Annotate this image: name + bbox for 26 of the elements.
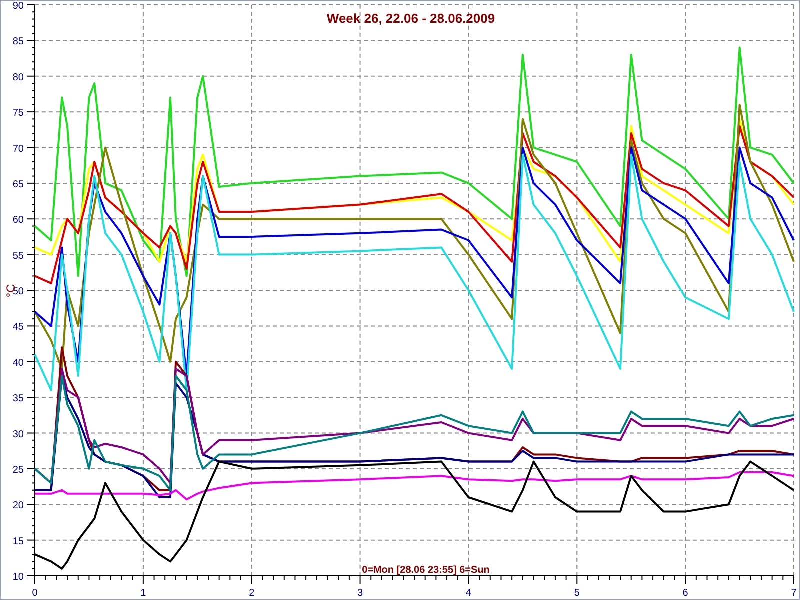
tick-label: 4 xyxy=(466,588,472,599)
tick-label: 15 xyxy=(12,536,24,548)
tick-label: 70 xyxy=(12,144,24,155)
tick-label: 6 xyxy=(682,588,688,599)
tick-label: 80 xyxy=(12,72,24,84)
tick-label: 3 xyxy=(358,588,364,599)
tick-label: 7 xyxy=(791,588,797,599)
tick-label: 45 xyxy=(12,322,24,334)
tick-label: 35 xyxy=(12,394,24,405)
tick-label: 2 xyxy=(249,588,255,599)
tick-label: 40 xyxy=(12,358,24,369)
tick-label: 90 xyxy=(12,1,24,12)
tick-label: 65 xyxy=(12,179,24,190)
tick-label: 75 xyxy=(12,108,24,120)
tick-label: 10 xyxy=(12,572,24,583)
tick-label: 30 xyxy=(12,429,24,440)
x-axis-label: 0=Mon [28.06 23:55] 6=Sun xyxy=(362,565,490,576)
chart-title: Week 26, 22.06 - 28.06.2009 xyxy=(326,11,496,26)
tick-label: 20 xyxy=(12,500,24,512)
tick-label: 1 xyxy=(140,588,146,599)
tick-label: 85 xyxy=(12,36,24,48)
tick-label: 55 xyxy=(12,250,24,262)
tick-label: 0 xyxy=(32,588,38,599)
tick-label: 5 xyxy=(574,588,580,599)
tick-label: 25 xyxy=(12,464,24,476)
tick-label: 60 xyxy=(12,215,24,226)
